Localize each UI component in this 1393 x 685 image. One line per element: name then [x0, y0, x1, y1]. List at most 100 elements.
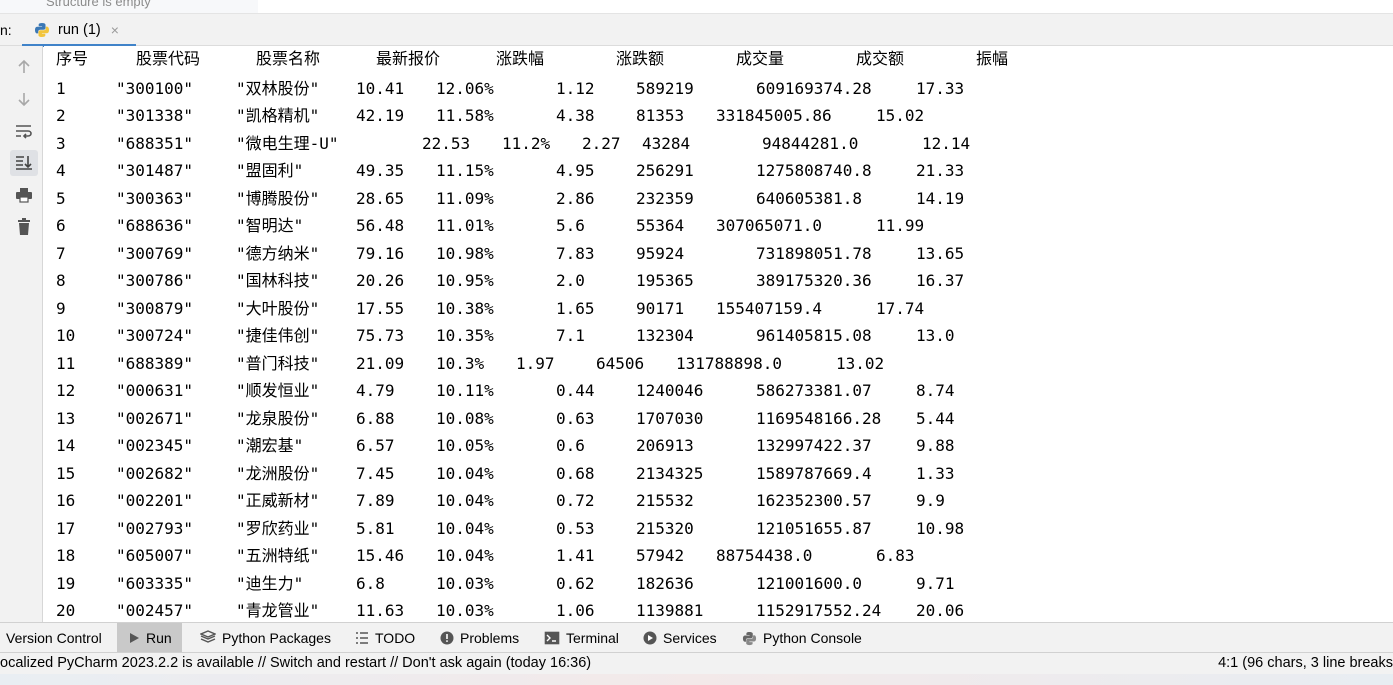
- console-cell: 0.62: [556, 573, 595, 593]
- console-cell: 7.45: [356, 463, 395, 483]
- tab-label: run (1): [58, 22, 101, 38]
- scroll-to-end-button[interactable]: [10, 150, 38, 176]
- console-cell: 121001600.0: [756, 573, 862, 593]
- console-cell: 95924: [636, 243, 685, 263]
- console-cell: 131788898.0: [676, 353, 782, 373]
- console-cell: 10.04%: [436, 546, 494, 565]
- close-icon[interactable]: ×: [111, 22, 119, 38]
- console-cell: 81353: [636, 106, 685, 125]
- console-cell: "300786": [116, 271, 194, 290]
- console-cell: 232359: [636, 188, 694, 208]
- scroll-down-button[interactable]: [10, 86, 38, 112]
- tool-label: Terminal: [566, 630, 619, 646]
- console-cell: 2.0: [556, 271, 585, 290]
- console-cell: 49.35: [356, 161, 405, 180]
- console-cell: 155407159.4: [716, 298, 822, 318]
- console-cell: 56.48: [356, 216, 405, 235]
- update-notification[interactable]: ocalized PyCharm 2023.2.2 is available /…: [0, 655, 591, 671]
- console-cell: 28.65: [356, 188, 405, 208]
- structure-panel-edge: Structure is empty: [0, 0, 1393, 13]
- tool-python-packages[interactable]: Python Packages: [200, 623, 331, 653]
- console-cell: 586273381.07: [756, 381, 872, 400]
- tool-problems[interactable]: Problems: [440, 623, 519, 653]
- clear-all-button[interactable]: [10, 214, 38, 240]
- console-cell: 1.33: [916, 463, 955, 483]
- console-cell: 5.44: [916, 408, 955, 428]
- console-cell: 206913: [636, 436, 694, 455]
- console-cell: "300363": [116, 188, 194, 208]
- console-cell: "双林股份": [236, 78, 320, 98]
- console-cell: "龙泉股份": [236, 408, 320, 428]
- console-cell: 13.02: [836, 353, 885, 373]
- console-cell: 132997422.37: [756, 436, 872, 455]
- console-cell: 17.33: [916, 78, 965, 98]
- console-cell: 20: [56, 601, 76, 620]
- tool-python-console[interactable]: Python Console: [742, 623, 862, 653]
- run-console-output[interactable]: 序号 股票代码 股票名称 最新报价 涨跌幅 涨跌额 成交量 成交额 振幅 1 "3…: [44, 46, 1393, 622]
- header-cell: 成交量: [736, 49, 785, 68]
- console-cell: 15.02: [876, 106, 925, 125]
- console-cell: "301487": [116, 161, 194, 180]
- console-cell: 0.6: [556, 436, 585, 455]
- problems-icon: [440, 631, 454, 645]
- console-cell: "605007": [116, 546, 194, 565]
- tool-run[interactable]: Run: [117, 623, 182, 653]
- console-cell: 12.06%: [436, 78, 494, 98]
- console-cell: 0.53: [556, 518, 595, 538]
- console-cell: 21.33: [916, 161, 965, 180]
- console-cell: 94844281.0: [762, 133, 859, 153]
- console-cell: 2134325: [636, 463, 704, 483]
- console-cell: "罗欣药业": [236, 518, 320, 538]
- console-cell: "002682": [116, 463, 194, 483]
- run-icon: [130, 633, 139, 643]
- console-cell: 10.08%: [436, 408, 494, 428]
- console-cell: 1: [56, 78, 66, 98]
- todo-icon: [356, 632, 368, 644]
- console-cell: "002457": [116, 601, 194, 620]
- console-cell: 22.53: [422, 133, 471, 153]
- console-cell: 0.72: [556, 491, 595, 510]
- console-cell: 1.65: [556, 298, 595, 318]
- console-cell: 589219: [636, 78, 694, 98]
- console-cell: 1.97: [516, 353, 555, 373]
- tab-run-1[interactable]: run (1) ×: [22, 14, 136, 47]
- console-cell: 10.98: [916, 518, 965, 538]
- console-cell: 1240046: [636, 381, 704, 400]
- console-cell: 4.95: [556, 161, 595, 180]
- tool-todo[interactable]: TODO: [355, 623, 415, 653]
- console-cell: 19: [56, 573, 76, 593]
- tool-services[interactable]: Services: [643, 623, 717, 653]
- tool-terminal[interactable]: Terminal: [544, 623, 619, 653]
- header-cell: 涨跌额: [616, 49, 665, 68]
- header-cell: 成交额: [856, 49, 905, 68]
- console-cell: 14.19: [916, 188, 965, 208]
- console-cell: 10.35%: [436, 326, 494, 345]
- console-cell: 11.99: [876, 216, 925, 235]
- console-cell: 215320: [636, 518, 694, 538]
- console-cell: 6.88: [356, 408, 395, 428]
- console-cell: 6.83: [876, 546, 915, 565]
- print-button[interactable]: [10, 182, 38, 208]
- console-cell: 11.58%: [436, 106, 494, 125]
- console-cell: 10.04%: [436, 463, 494, 483]
- tool-version-control[interactable]: Version Control: [6, 623, 102, 653]
- bottom-tool-strip: Version Control Run Python Packages TODO…: [0, 622, 1393, 653]
- header-cell: 涨跌幅: [496, 49, 545, 68]
- console-cell: 17.55: [356, 298, 405, 318]
- caret-position[interactable]: 4:1 (96 chars, 3 line breaks: [1218, 655, 1393, 671]
- soft-wrap-button[interactable]: [10, 118, 38, 144]
- console-cell: 88754438.0: [716, 546, 813, 565]
- console-cell: 6.57: [356, 436, 395, 455]
- console-cell: 331845005.86: [716, 106, 832, 125]
- console-cell: 8.74: [916, 381, 955, 400]
- console-cell: 10.11%: [436, 381, 494, 400]
- console-cell: 7.89: [356, 491, 395, 510]
- console-cell: 11.15%: [436, 161, 494, 180]
- console-cell: 10.98%: [436, 243, 494, 263]
- console-cell: 16: [56, 491, 76, 510]
- header-cell: 序号: [56, 49, 89, 68]
- scroll-up-button[interactable]: [10, 54, 38, 80]
- print-icon: [16, 188, 32, 203]
- console-cell: 7.83: [556, 243, 595, 263]
- console-cell: 11.09%: [436, 188, 494, 208]
